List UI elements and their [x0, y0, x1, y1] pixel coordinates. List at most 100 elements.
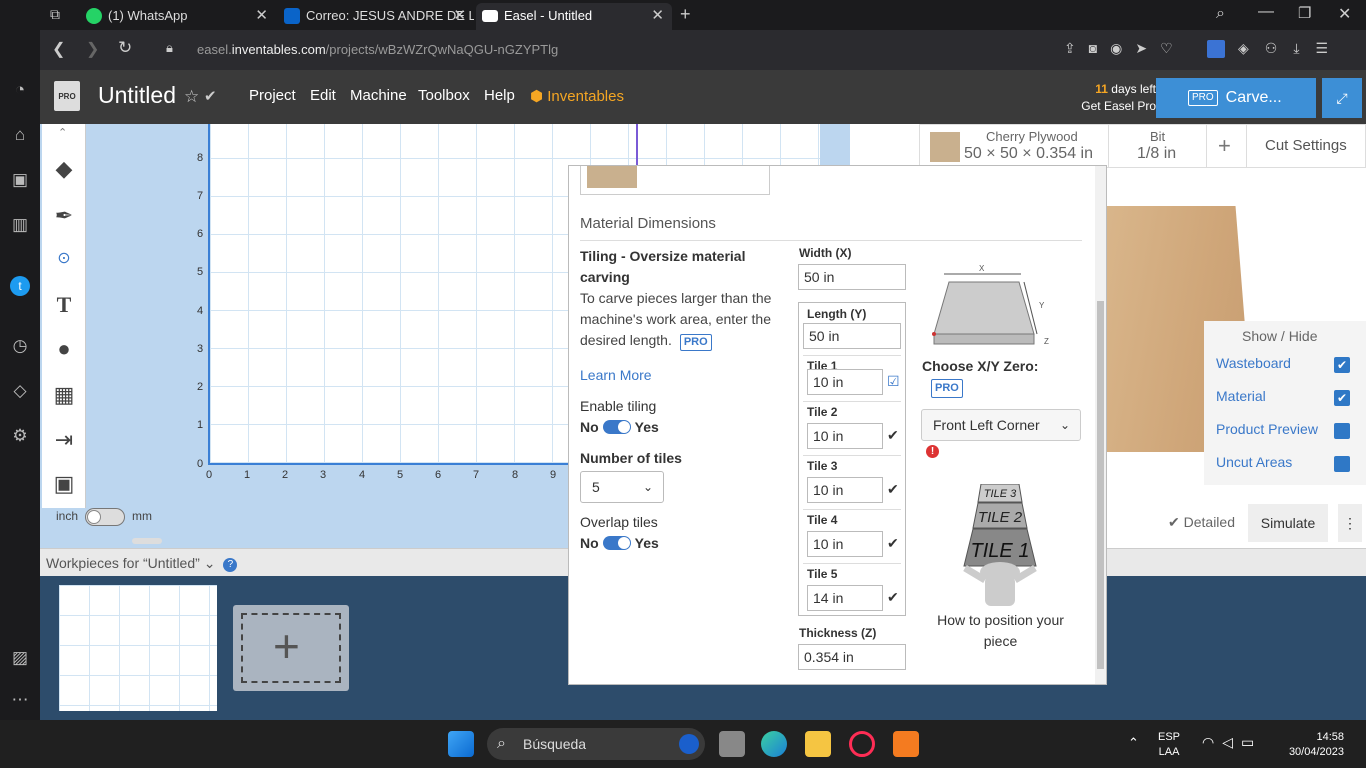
star-icon[interactable]: ☆ [184, 87, 199, 107]
material-diagram: X Y Z [932, 264, 1049, 346]
close-window-icon[interactable]: ✕ [1338, 4, 1351, 24]
task-view-icon[interactable] [719, 731, 745, 757]
translate-icon[interactable] [1207, 40, 1225, 58]
opera-taskbar-icon[interactable] [849, 731, 875, 757]
url-field[interactable]: easel.inventables.com/projects/wBzWZrQwN… [197, 42, 558, 57]
menu-project[interactable]: Project [249, 87, 296, 104]
tray-chevron-icon[interactable]: ⌃ [1128, 735, 1139, 751]
pen-icon[interactable]: ✒ [50, 202, 78, 230]
tab-whatsapp[interactable]: (1) WhatsApp ✕ [80, 3, 276, 30]
tile-2-input[interactable]: 10 in [807, 423, 883, 449]
taskbar-search[interactable]: ⌕ Búsqueda [487, 728, 705, 760]
unit-toggle[interactable] [85, 508, 125, 526]
cube-icon[interactable]: ◇ [10, 381, 30, 401]
new-tab-button[interactable]: + [680, 4, 691, 25]
language-indicator[interactable]: ESP LAA [1158, 730, 1180, 760]
tile-5-input[interactable]: 14 in [807, 585, 883, 611]
width-input[interactable]: 50 in [798, 264, 906, 290]
tile-1-input[interactable]: 10 in [807, 369, 883, 395]
text-icon[interactable]: T [50, 291, 78, 319]
learn-more-link[interactable]: Learn More [580, 367, 652, 383]
enable-tiling-toggle[interactable]: No Yes [580, 419, 659, 435]
fusion-icon[interactable] [893, 731, 919, 757]
reload-icon[interactable]: ↻ [118, 38, 132, 58]
bit-value[interactable]: 1/8 in [1137, 145, 1176, 163]
settings-icon[interactable]: ⚙ [10, 426, 30, 446]
thickness-input[interactable]: 0.354 in [798, 644, 906, 670]
material-bar[interactable]: Cherry Plywood 50 × 50 × 0.354 in Bit 1/… [919, 124, 1366, 168]
number-of-tiles-select[interactable]: 5 ⌄ [580, 471, 664, 503]
more-options-icon[interactable]: ⋮ [1338, 504, 1362, 542]
help-icon[interactable]: ? [223, 558, 238, 572]
length-input[interactable]: 50 in [803, 323, 901, 349]
overlap-tiles-toggle[interactable]: No Yes [580, 535, 659, 551]
menu-toolbox[interactable]: Toolbox [418, 87, 470, 104]
detailed-toggle[interactable]: ✔ Detailed [1168, 514, 1235, 531]
show-product-preview[interactable]: Product Preview [1216, 421, 1318, 437]
minimize-icon[interactable]: — [1258, 3, 1274, 21]
speed-dial-icon[interactable]: ◔ [10, 80, 30, 100]
dialog-scrollbar[interactable] [1095, 166, 1106, 684]
toolbar-icons[interactable]: ◈⚇⤓☰ [1238, 40, 1344, 57]
material-thumbnail[interactable] [580, 166, 770, 195]
collapse-icon[interactable]: ⌃ [58, 126, 67, 139]
xy-zero-select[interactable]: Front Left Corner ⌄ [921, 409, 1081, 441]
easel-logo[interactable]: PRO [54, 81, 80, 111]
clock[interactable]: 14:58 30/04/2023 [1284, 730, 1344, 760]
close-tab-icon[interactable]: ✕ [651, 3, 664, 28]
briefcase-icon[interactable]: ⌂ [10, 125, 30, 145]
menu-machine[interactable]: Machine [350, 87, 407, 104]
restore-icon[interactable]: ❐ [1298, 4, 1311, 22]
forward-icon[interactable]: ❯ [86, 39, 99, 59]
material-swatch[interactable] [930, 132, 960, 162]
project-title[interactable]: Untitled [98, 82, 176, 109]
3d-box-icon[interactable]: ▣ [50, 470, 78, 498]
expand-icon[interactable]: ⤢ [1322, 78, 1362, 118]
twitch-icon[interactable]: ▣ [10, 170, 30, 190]
history-icon[interactable]: ◷ [10, 336, 30, 356]
twitter-icon[interactable]: t [10, 276, 30, 296]
add-bit-button[interactable]: + [1218, 133, 1231, 159]
tab-list-icon[interactable]: ⧉ [50, 6, 60, 23]
shapes-icon[interactable]: ◆ [50, 155, 78, 183]
tray-icons[interactable]: ◠◁▭ [1202, 734, 1262, 751]
wasteboard-checkbox[interactable]: ✔ [1334, 357, 1350, 373]
back-icon[interactable]: ❮ [52, 39, 65, 59]
horizontal-scrollbar[interactable] [132, 538, 162, 544]
start-icon[interactable] [448, 731, 474, 757]
add-workpiece-button[interactable]: + [233, 605, 349, 691]
workpiece-thumbnail[interactable] [59, 585, 217, 711]
edge-icon[interactable] [761, 731, 787, 757]
apps-icon[interactable]: ▦ [50, 381, 78, 409]
menu-edit[interactable]: Edit [310, 87, 336, 104]
menu-help[interactable]: Help [484, 87, 515, 104]
point-icon[interactable]: ⊙ [50, 245, 78, 273]
trial-status[interactable]: 11 days left Get Easel Pro [1066, 81, 1156, 115]
show-uncut-areas[interactable]: Uncut Areas [1216, 454, 1292, 470]
chevron-down-icon[interactable]: ⌄ [204, 555, 216, 571]
carve-button[interactable]: PRO Carve... [1156, 78, 1316, 118]
menu-inventables[interactable]: ⬢ Inventables [530, 87, 624, 105]
simulate-button[interactable]: Simulate [1248, 504, 1328, 542]
more-icon[interactable]: ⋯ [10, 690, 30, 710]
cut-settings-button[interactable]: Cut Settings [1265, 137, 1347, 154]
file-explorer-icon[interactable] [805, 731, 831, 757]
tile-1-checkbox-icon[interactable]: ☑ [887, 373, 900, 390]
search-tabs-icon[interactable]: ⌕ [1216, 5, 1225, 23]
product-preview-checkbox[interactable] [1334, 423, 1350, 439]
tile-3-input[interactable]: 10 in [807, 477, 883, 503]
address-bar-tools[interactable]: ⇪◙◉➤♡ [1064, 40, 1186, 57]
show-material[interactable]: Material [1216, 388, 1266, 404]
image-icon[interactable]: ▨ [10, 648, 30, 668]
show-wasteboard[interactable]: Wasteboard [1216, 355, 1291, 371]
material-checkbox[interactable]: ✔ [1334, 390, 1350, 406]
tab-outlook[interactable]: Correo: JESUS ANDRE DE L ✕ [278, 3, 474, 30]
close-tab-icon[interactable]: ✕ [453, 3, 466, 28]
tile-4-input[interactable]: 10 in [807, 531, 883, 557]
tab-easel[interactable]: Easel - Untitled ✕ [476, 3, 672, 30]
uncut-areas-checkbox[interactable] [1334, 456, 1350, 472]
close-tab-icon[interactable]: ✕ [255, 3, 268, 28]
app-icon[interactable]: ▥ [10, 215, 30, 235]
apple-icon[interactable]: ● [50, 335, 78, 363]
import-icon[interactable]: ⇥ [50, 426, 78, 454]
